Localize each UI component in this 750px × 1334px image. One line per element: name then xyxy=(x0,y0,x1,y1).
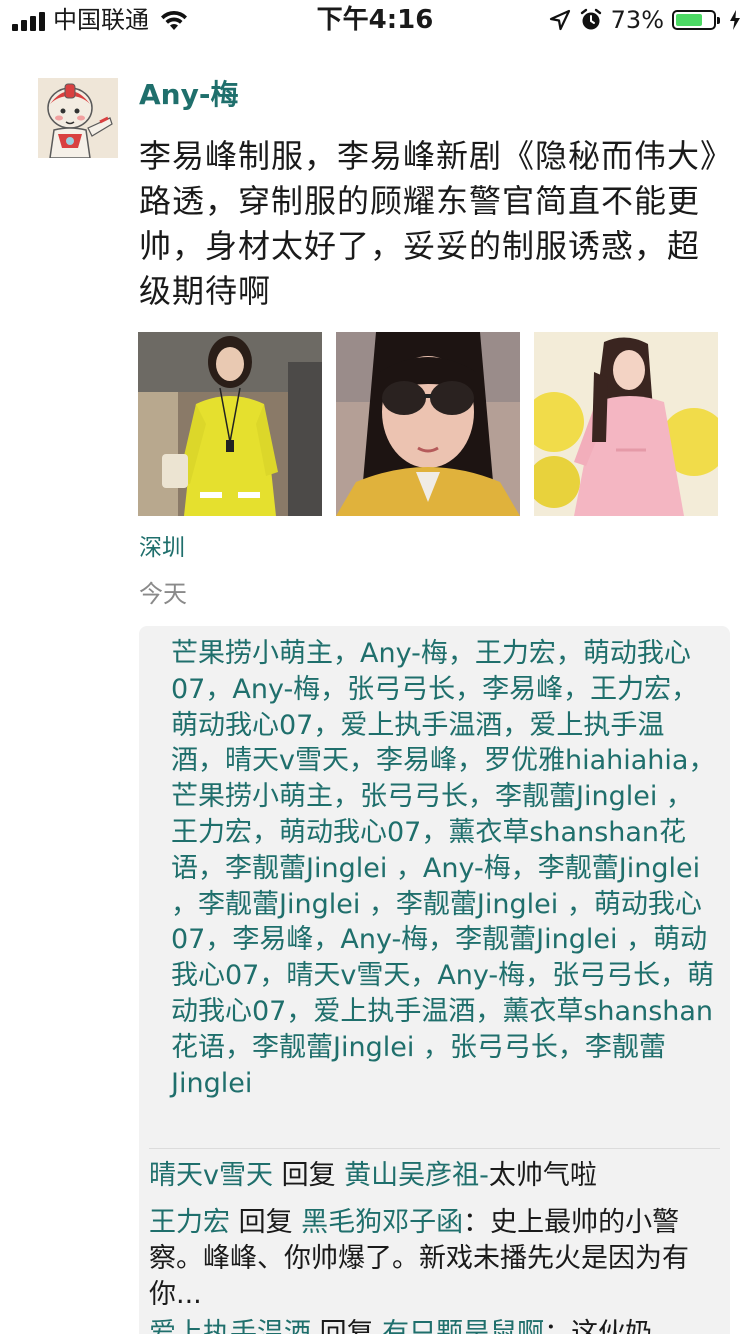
comment-item[interactable]: 爱上执手温酒 回复 有只颗旱鼠啊：这伙奶 xyxy=(149,1316,709,1334)
photo-woman-pink-dress xyxy=(534,332,718,516)
likes-comments-panel: 芒果捞小萌主，Any-梅，王力宏，萌动我心07，Any-梅，张弓弓长，李易峰，王… xyxy=(139,626,730,1334)
comment-author[interactable]: 晴天v雪天 xyxy=(149,1160,273,1191)
comment-text: ：这伙奶 xyxy=(544,1318,653,1334)
avatar[interactable] xyxy=(38,78,118,158)
comment-reply-target[interactable]: 有只颗旱鼠啊 xyxy=(382,1318,544,1334)
charging-icon xyxy=(730,10,740,30)
post-photo-1[interactable] xyxy=(138,332,322,516)
comment-reply-target[interactable]: 黄山吴彦祖- xyxy=(344,1160,489,1191)
reply-word: 回复 xyxy=(272,1160,345,1191)
comment-author[interactable]: 爱上执手温酒 xyxy=(149,1318,311,1334)
photo-woman-sunglasses xyxy=(336,332,520,516)
location-arrow-icon xyxy=(549,9,570,31)
avatar-cartoon-image xyxy=(38,78,118,158)
battery-fill xyxy=(676,14,703,26)
battery-percent: 73% xyxy=(610,6,664,34)
comment-reply-target[interactable]: 黑毛狗邓子函 xyxy=(301,1207,463,1238)
battery-icon xyxy=(672,10,720,30)
status-right: 73% xyxy=(549,6,742,34)
moments-detail-page: 中国联通 下午4:16 73% Any-梅 李易峰制服，李易峰新剧《隐秘而伟大》… xyxy=(0,0,750,1334)
photo-woman-yellow-dress xyxy=(138,332,322,516)
status-bar: 中国联通 下午4:16 73% xyxy=(0,0,750,40)
panel-divider xyxy=(149,1148,720,1149)
post-text: 李易峰制服，李易峰新剧《隐秘而伟大》路透，穿制服的顾耀东警官简直不能更帅，身材太… xyxy=(139,137,718,310)
post-author-name[interactable]: Any-梅 xyxy=(139,76,238,114)
post-time: 今天 xyxy=(139,580,187,608)
comment-item[interactable]: 王力宏 回复 黑毛狗邓子函：史上最帅的小警察。峰峰、你帅爆了。新戏未播先火是因为… xyxy=(149,1205,709,1313)
alarm-icon xyxy=(580,8,601,30)
reply-word: 回复 xyxy=(311,1318,383,1334)
comment-text: 太帅气啦 xyxy=(488,1160,597,1191)
post-photo-2[interactable] xyxy=(336,332,520,516)
post-photo-3[interactable] xyxy=(534,332,718,516)
likes-list[interactable]: 芒果捞小萌主，Any-梅，王力宏，萌动我心07，Any-梅，张弓弓长，李易峰，王… xyxy=(171,636,716,1101)
reply-word: 回复 xyxy=(230,1207,302,1238)
comment-author[interactable]: 王力宏 xyxy=(149,1207,230,1238)
comment-item[interactable]: 晴天v雪天 回复 黄山吴彦祖-太帅气啦 xyxy=(149,1158,709,1194)
post-location[interactable]: 深圳 xyxy=(139,533,185,563)
